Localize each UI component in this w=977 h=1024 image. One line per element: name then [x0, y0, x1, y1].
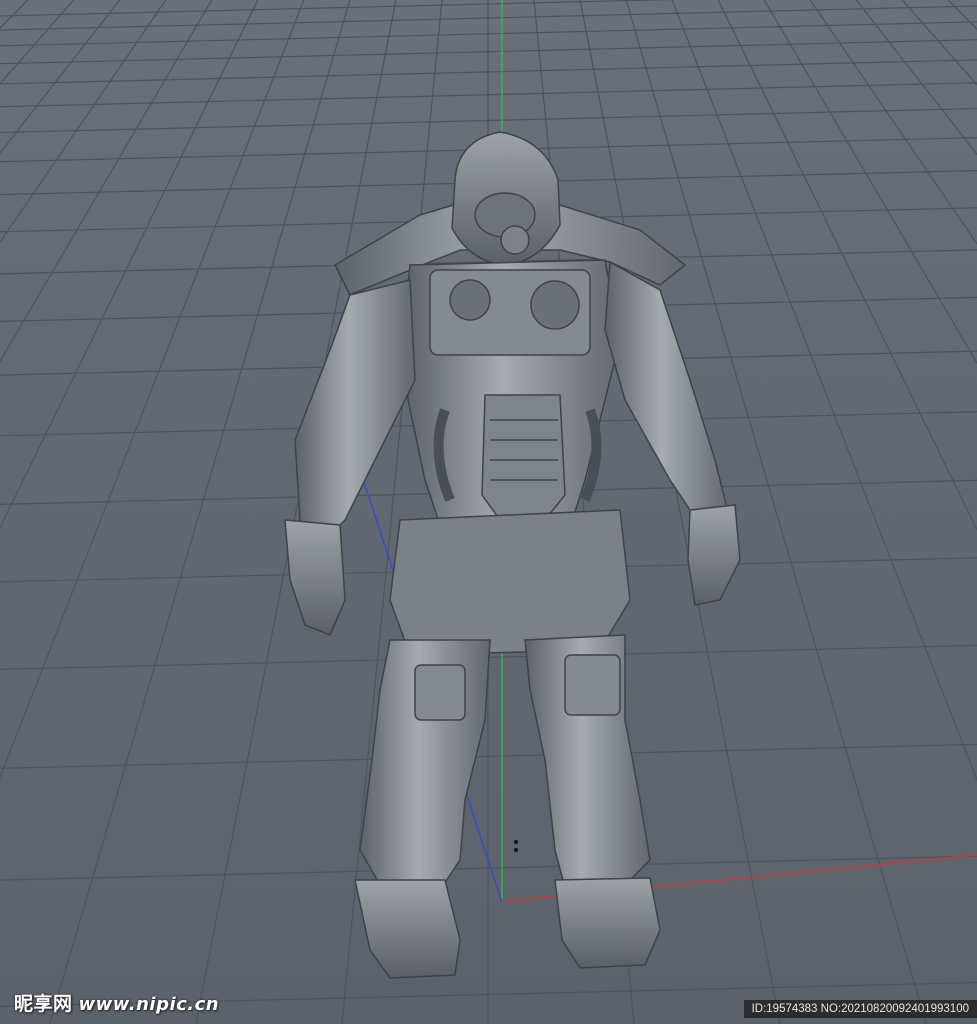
grid-line [0, 0, 423, 1024]
knee-plate-left [414, 664, 466, 721]
helmet-filter [500, 225, 530, 255]
grid-line [583, 0, 977, 1024]
grid-line [0, 0, 428, 1024]
watermark-logo-text: 昵享网 [14, 993, 73, 1015]
armor-hips [389, 509, 631, 656]
grid-line [0, 0, 343, 1024]
grid-line [0, 0, 338, 1024]
armor-arm-right [604, 260, 731, 526]
grid-line [598, 0, 977, 1024]
armor-gauntlet-left [284, 519, 346, 636]
grid-line [623, 0, 977, 1024]
grid-line [618, 0, 977, 1024]
grid-line [0, 0, 418, 1024]
grid-line [588, 0, 977, 1024]
viewport-scene[interactable] [0, 0, 977, 1024]
grid-line [0, 0, 433, 1024]
3d-viewport[interactable]: 昵享网 www.nipic.cn ID:19574383 NO:202108200… [0, 0, 977, 1024]
pivot-marker-a [514, 840, 518, 844]
knee-plate-right [564, 654, 621, 716]
power-armor-model[interactable] [284, 131, 741, 979]
grid-line [613, 0, 977, 1024]
grid-line [593, 0, 977, 1024]
armor-gauntlet-right [687, 504, 741, 606]
watermark-url: www.nipic.cn [78, 994, 220, 1015]
watermark-logo: 昵享网 www.nipic.cn [14, 989, 219, 1016]
watermark-id: ID:19574383 NO:20210820092401993100 [743, 1000, 977, 1018]
armor-boot-left [354, 879, 461, 979]
grid-line [603, 0, 977, 1024]
chest-gear-left [449, 279, 491, 321]
chest-gear-right [530, 280, 580, 330]
grid-line [608, 0, 977, 1024]
pivot-marker-b [514, 848, 518, 852]
armor-abdomen-ribs [481, 394, 566, 521]
grid-line [638, 0, 977, 1024]
armor-arm-left [294, 279, 416, 542]
armor-boot-right [554, 877, 661, 969]
grid-line [633, 0, 977, 1024]
